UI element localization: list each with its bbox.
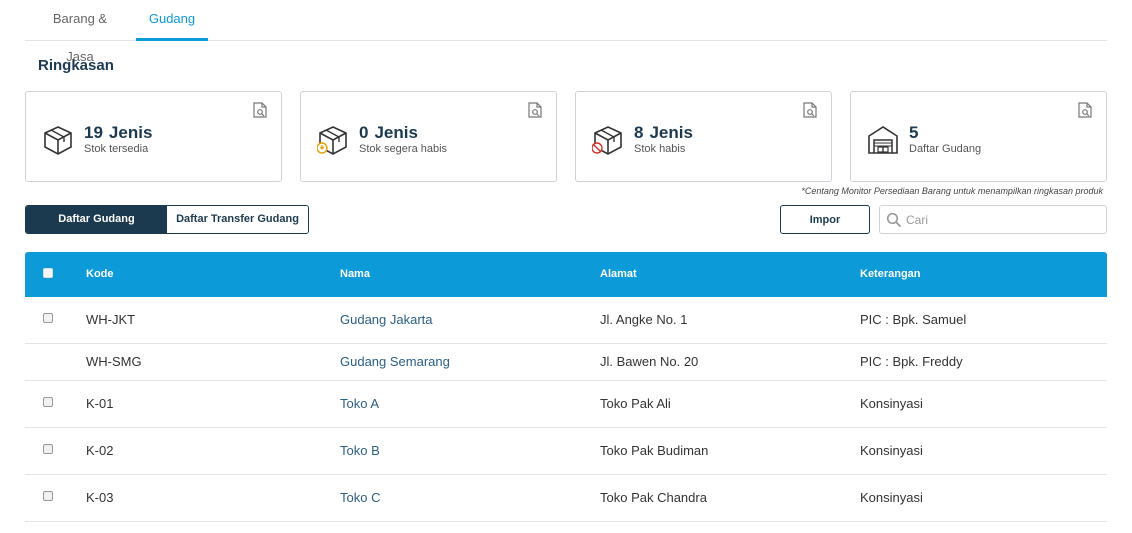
box-empty-icon bbox=[592, 126, 622, 155]
card-label: Stok tersedia bbox=[84, 143, 149, 155]
cell-keterangan: PIC : Bpk. Freddy bbox=[860, 354, 963, 369]
cell-nama-link[interactable]: Gudang Semarang bbox=[340, 354, 450, 369]
summary-card-stok-tersedia: 19 Jenis Stok tersedia bbox=[25, 91, 282, 182]
cell-alamat: Toko Pak Budiman bbox=[600, 443, 709, 458]
box-warning-icon bbox=[317, 126, 347, 155]
cell-kode: K-01 bbox=[86, 396, 114, 411]
header-keterangan[interactable]: Keterangan bbox=[860, 252, 921, 297]
warehouse-table: Kode Nama Alamat Keterangan WH-JKT Gudan… bbox=[25, 252, 1107, 522]
view-toggle: Daftar Gudang Daftar Transfer Gudang bbox=[25, 205, 309, 234]
summary-card-stok-segera-habis: 0 Jenis Stok segera habis bbox=[300, 91, 557, 182]
card-label: Stok habis bbox=[634, 143, 686, 155]
toggle-daftar-transfer-gudang[interactable]: Daftar Transfer Gudang bbox=[167, 206, 308, 233]
cell-kode: K-02 bbox=[86, 443, 114, 458]
cell-alamat: Jl. Bawen No. 20 bbox=[600, 354, 699, 369]
report-icon[interactable] bbox=[1078, 102, 1092, 118]
table-row[interactable]: K-01 Toko A Toko Pak Ali Konsinyasi bbox=[25, 381, 1107, 428]
row-checkbox[interactable] bbox=[43, 313, 53, 323]
summary-title: Ringkasan bbox=[38, 57, 114, 74]
summary-card-stok-habis: 8 Jenis Stok habis bbox=[575, 91, 832, 182]
summary-card-daftar-gudang: 5 Daftar Gudang bbox=[850, 91, 1107, 182]
row-checkbox[interactable] bbox=[43, 444, 53, 454]
header-nama[interactable]: Nama bbox=[340, 252, 370, 297]
table-row[interactable]: WH-JKT Gudang Jakarta Jl. Angke No. 1 PI… bbox=[25, 297, 1107, 344]
cell-nama-link[interactable]: Gudang Jakarta bbox=[340, 312, 433, 327]
cell-keterangan: Konsinyasi bbox=[860, 490, 923, 505]
box-icon bbox=[44, 126, 72, 155]
search-icon bbox=[886, 212, 902, 228]
header-kode[interactable]: Kode bbox=[86, 252, 114, 297]
cell-kode: WH-JKT bbox=[86, 312, 136, 327]
card-label: Daftar Gudang bbox=[909, 143, 982, 155]
tab-bar: Barang & Jasa Gudang bbox=[25, 0, 1107, 64]
card-unit: Jenis bbox=[649, 123, 693, 142]
table-row[interactable]: WH-SMG Gudang Semarang Jl. Bawen No. 20 … bbox=[25, 344, 1107, 381]
search-input[interactable] bbox=[906, 209, 1102, 230]
warehouse-icon bbox=[868, 126, 898, 154]
table-row[interactable]: K-03 Toko C Toko Pak Chandra Konsinyasi bbox=[25, 475, 1107, 522]
cell-nama-link[interactable]: Toko B bbox=[340, 443, 380, 458]
cell-alamat: Toko Pak Chandra bbox=[600, 490, 707, 505]
table-header: Kode Nama Alamat Keterangan bbox=[25, 252, 1107, 297]
table-row[interactable]: K-02 Toko B Toko Pak Budiman Konsinyasi bbox=[25, 428, 1107, 475]
summary-note: *Centang Monitor Persediaan Barang untuk… bbox=[801, 186, 1103, 196]
cell-keterangan: Konsinyasi bbox=[860, 443, 923, 458]
select-all-checkbox[interactable] bbox=[43, 268, 53, 278]
card-unit: Jenis bbox=[108, 123, 153, 142]
cell-kode: K-03 bbox=[86, 490, 114, 505]
cell-keterangan: Konsinyasi bbox=[860, 396, 923, 411]
report-icon[interactable] bbox=[803, 102, 817, 118]
cell-alamat: Jl. Angke No. 1 bbox=[600, 312, 688, 327]
cell-keterangan: PIC : Bpk. Samuel bbox=[860, 312, 967, 327]
row-checkbox[interactable] bbox=[43, 397, 53, 407]
card-label: Stok segera habis bbox=[359, 143, 448, 155]
tab-gudang[interactable]: Gudang bbox=[136, 0, 208, 41]
card-unit: Jenis bbox=[374, 123, 418, 142]
card-value: 8 bbox=[634, 123, 644, 142]
header-alamat[interactable]: Alamat bbox=[600, 252, 637, 297]
tab-barang-jasa[interactable]: Barang & Jasa bbox=[39, 0, 121, 64]
report-icon[interactable] bbox=[253, 102, 267, 118]
row-checkbox[interactable] bbox=[43, 491, 53, 501]
card-value: 5 bbox=[909, 123, 919, 142]
card-value: 19 bbox=[84, 123, 103, 142]
cell-alamat: Toko Pak Ali bbox=[600, 396, 671, 411]
cell-nama-link[interactable]: Toko C bbox=[340, 490, 380, 505]
toggle-daftar-gudang[interactable]: Daftar Gudang bbox=[26, 206, 167, 233]
cell-nama-link[interactable]: Toko A bbox=[340, 396, 379, 411]
report-icon[interactable] bbox=[528, 102, 542, 118]
search-box bbox=[879, 205, 1107, 234]
cell-kode: WH-SMG bbox=[86, 354, 142, 369]
import-button[interactable]: Impor bbox=[780, 205, 870, 234]
card-value: 0 bbox=[359, 123, 369, 142]
